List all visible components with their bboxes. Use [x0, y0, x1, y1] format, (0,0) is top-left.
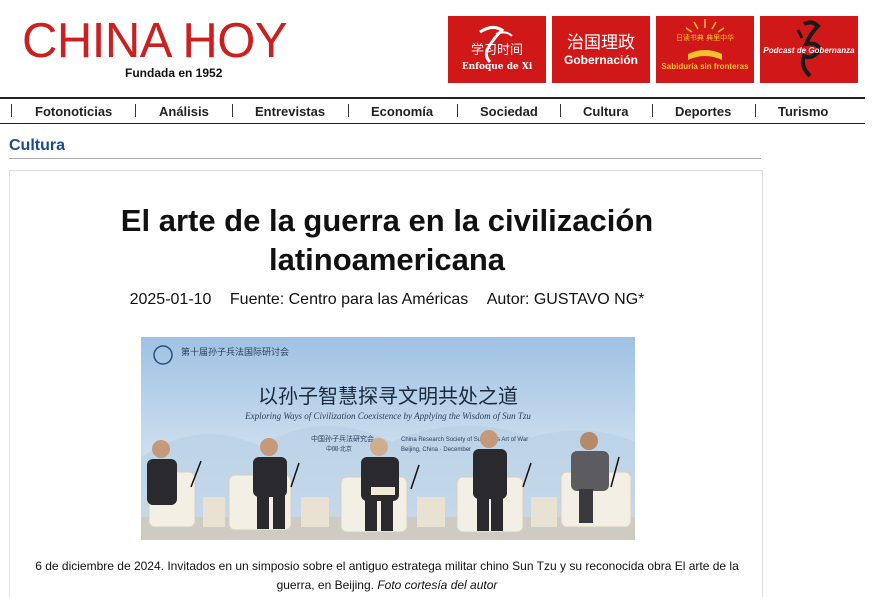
nav-item-economia[interactable]: Economía [371, 104, 433, 119]
section-title[interactable]: Cultura [9, 137, 65, 155]
article-author: Autor: GUSTAVO NG* [486, 291, 645, 308]
banner-gobernacion[interactable]: 治国理政 Gobernación [552, 16, 650, 83]
banner-label: 治国理政 [567, 33, 635, 53]
nav-separator [457, 104, 458, 117]
nav-item-analisis[interactable]: Análisis [159, 104, 209, 119]
photo-organizer-en: China Research Society of Sun Tzu's Art … [401, 437, 528, 443]
banner-podcast[interactable]: Podcast de Gobernanza [760, 16, 858, 83]
article-date: 2025-01-10 [129, 291, 212, 308]
banner-sublabel: Gobernación [563, 53, 638, 67]
banner-enfoque-de-xi[interactable]: 学习时间 Enfoque de Xi [448, 16, 546, 83]
nav-separator [135, 104, 136, 117]
banner-label: 日读书典 典里中华 [675, 34, 735, 42]
main-nav: Fotonoticias Análisis Entrevistas Econom… [0, 97, 865, 124]
caption-credit: Foto cortesía del autor [377, 578, 498, 592]
section-divider [9, 158, 761, 159]
photo-place-cn: 中国·北京 [326, 445, 352, 453]
photo-caption: 6 de diciembre de 2024. Invitados en un … [24, 557, 750, 595]
nav-item-deportes[interactable]: Deportes [675, 104, 731, 119]
symposium-photo: 第十届孙子兵法国际研讨会 以孙子智慧探寻文明共处之道 Exploring Way… [141, 337, 635, 540]
nav-item-sociedad[interactable]: Sociedad [480, 104, 538, 119]
site-tagline: Fundada en 1952 [125, 66, 223, 80]
nav-item-fotonoticias[interactable]: Fotonoticias [35, 104, 112, 119]
banner-sublabel: Sabiduría sin fronteras [661, 62, 749, 71]
site-header: CHINA HOY Fundada en 1952 学习时间 Enfoque d… [0, 0, 874, 96]
nav-item-cultura[interactable]: Cultura [583, 104, 629, 119]
banner-label: Podcast de Gobernanza [763, 46, 855, 55]
photo-banner-top: 第十届孙子兵法国际研讨会 [181, 346, 289, 358]
article-headline: El arte de la guerra en la civilización … [10, 201, 764, 279]
nav-separator [560, 104, 561, 117]
nav-separator [232, 104, 233, 117]
headline-line-2: latinoamericana [268, 242, 506, 277]
article-card: El arte de la guerra en la civilización … [9, 170, 763, 597]
photo-place-en: Beijing, China · December [401, 447, 471, 453]
page: CHINA HOY Fundada en 1952 学习时间 Enfoque d… [0, 0, 874, 597]
banner-sublabel: Enfoque de Xi [461, 62, 533, 72]
article-source: Fuente: Centro para las Américas [229, 291, 469, 308]
headline-line-1: El arte de la guerra en la civilización [120, 203, 654, 238]
photo-banner-title-cn: 以孙子智慧探寻文明共处之道 [258, 384, 518, 408]
nav-separator [11, 104, 12, 117]
article-meta: 2025-01-10 Fuente: Centro para las Améri… [10, 291, 764, 309]
article-photo[interactable]: 第十届孙子兵法国际研讨会 以孙子智慧探寻文明共处之道 Exploring Way… [141, 337, 635, 540]
banner-sabiduria[interactable]: 日读书典 典里中华 Sabiduría sin fronteras [656, 16, 754, 83]
nav-item-turismo[interactable]: Turismo [778, 104, 828, 119]
banner-label: 学习时间 [470, 43, 523, 58]
photo-banner-title-en: Exploring Ways of Civilization Coexisten… [244, 411, 531, 421]
nav-separator [652, 104, 653, 117]
nav-item-entrevistas[interactable]: Entrevistas [255, 104, 325, 119]
photo-organizer-cn: 中国孙子兵法研究会 [311, 434, 374, 443]
site-logo[interactable]: CHINA HOY [22, 14, 288, 68]
nav-separator [348, 104, 349, 117]
nav-separator [755, 104, 756, 117]
sun-book-icon [685, 19, 725, 60]
